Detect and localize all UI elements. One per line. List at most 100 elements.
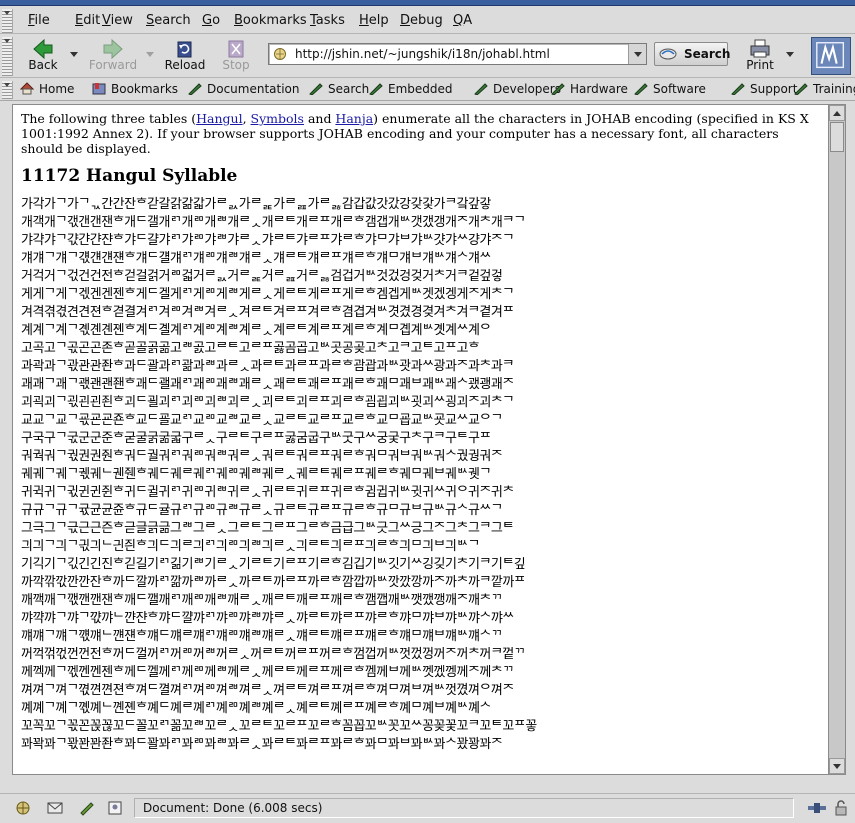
reload-label: Reload bbox=[164, 58, 206, 72]
home-icon bbox=[20, 82, 34, 95]
online-status-icon[interactable] bbox=[806, 800, 828, 816]
syllable-row: 걔걔ᄀ걔ᄀ걗걘걘쟨ᄒ걔ᄃ걜걔ᄅᄀ걔ᄅᄆ걔ᄅᄇ걔ᄅᆺ걔ᄅᄐ걔ᄅᄑ걔ᄅᄒ걔ᄆ걔ᄇ걔ᄡ… bbox=[21, 251, 491, 266]
navigator-icon[interactable] bbox=[14, 800, 32, 816]
hangul-syllable-table: 가각가ᄀ가ᄀᆪ간간잔ᄒ갇갈갉갊갋가ᄅᆳ가ᄅᆴ가ᄅᆵ가ᄅᆶ감갑값갓갔강갖갗가ᄏ갘갚… bbox=[21, 196, 828, 754]
personal-toolbar-home[interactable]: Home bbox=[20, 82, 74, 98]
folder-icon bbox=[794, 83, 808, 95]
personal-toolbar-documentation[interactable]: Documentation bbox=[188, 82, 300, 98]
stop-button[interactable]: Stop bbox=[211, 37, 261, 75]
throbber-logo-icon bbox=[816, 42, 845, 69]
syllable-row: 고곡고ᄀ곣곤곤존ᄒ곧골곩곪고ᄅᄇ곬고ᄅᄐ고ᄅᄑ곯곰곱고ᄡ곳공곶고ᄎ고ᄏ고ᄐ고ᄑ고… bbox=[21, 341, 480, 356]
menu-view[interactable]: View bbox=[102, 13, 133, 28]
stop-label: Stop bbox=[222, 58, 250, 72]
forward-label: Forward bbox=[88, 58, 138, 72]
syllable-row: 구국구ᄀ굯군군준ᄒ굳굴굵굶굷구ᄅᆺ구ᄅᄐ구ᄅᄑ굻굼굽구ᄡ굿구ᄊ궁궂구ᄎ구ᄏ구ᄐ구… bbox=[21, 431, 491, 446]
personal-toolbar-software[interactable]: Software bbox=[634, 82, 706, 98]
menu-file[interactable]: File bbox=[28, 13, 50, 28]
menu-go[interactable]: Go bbox=[202, 13, 220, 28]
syllable-row: 과곽과ᄀ곿관관좐ᄒ과ᄃ괄과ᄅᄀ괆과ᄅᄇ과ᄅᆺ과ᄅᄐ과ᄅᄑ과ᄅᄒ괌괍과ᄡ괏과ᄊ광과… bbox=[21, 359, 514, 374]
syllable-row: 그극그ᄀ귻근근즌ᄒ귿글긁긂그ᄅᄇ그ᄅᆺ그ᄅᄐ그ᄅᄑ그ᄅᄒ금급그ᄡ긋그ᄊ긍그ᄌ그ᄎ… bbox=[21, 521, 514, 536]
url-bar[interactable] bbox=[268, 43, 647, 65]
personal-toolbar-label: Support bbox=[750, 82, 798, 96]
syllable-row: 께껙께ᄀ껛껜껜젠ᄒ께ᄃ껠께ᄅᄀ께ᄅᄆ께ᄅᄇ께ᄅᆺ께ᄅᄐ께ᄅᄑ께ᄅᄒ껨께ᄇ께ᄡ껫껬… bbox=[21, 665, 514, 680]
intro-separator-2: and bbox=[303, 111, 336, 126]
syllable-row: 개객개ᄀ갟갠갠잰ᄒ개ᄃ갤개ᄅᄀ개ᄅᄆ개ᄅᄇ개ᄅᆺ개ᄅᄐ개ᄅᄑ개ᄅᄒ갬갭개ᄡ갯갰갱… bbox=[21, 215, 526, 230]
hanja-link[interactable]: Hanja bbox=[335, 111, 373, 126]
syllable-row: 껴껴ᄀ껴ᄀ껷껸껸젼ᄒ껴ᄃ껼껴ᄅᄀ껴ᄅᄆ껴ᄅᄇ껴ᄅᆺ껴ᄅᄐ껴ᄅᄑ껴ᄅᄒ껴ᄆ껴ᄇ껴ᄡ… bbox=[21, 683, 514, 698]
scroll-down-button[interactable] bbox=[829, 758, 845, 774]
syllable-row: 궈궉궈ᄀ궋권권줜ᄒ궈ᄃ궐궈ᄅᄀ궈ᄅᄆ궈ᄅᄇ궈ᄅᆺ궈ᄅᄐ궈ᄅᄑ궈ᄅᄒ궈ᄆ궈ᄇ궈ᄡ궈… bbox=[21, 449, 503, 464]
search-button-label: Search bbox=[684, 47, 731, 61]
reload-button[interactable]: Reload bbox=[158, 37, 212, 75]
syllable-row: 괘괘ᄀ괘ᄀ괛괜괜좬ᄒ괘ᄃ괠괘ᄅᄀ괘ᄅᄆ괘ᄅᄇ괘ᄅᆺ괘ᄅᄐ괘ᄅᄑ괘ᄅᄒ괘ᄆ괘ᄇ괘ᄡ… bbox=[21, 377, 514, 392]
forward-history-dropdown[interactable] bbox=[146, 52, 154, 57]
folder-icon bbox=[634, 83, 648, 95]
personal-toolbar-label: Software bbox=[653, 82, 706, 96]
personalbar-grip[interactable] bbox=[2, 81, 13, 99]
menu-bar: File Edit View Search Go Bookmarks Tasks Help De… bbox=[0, 7, 855, 34]
syllable-row: 갸갹갸ᄀ갻갼갼쟌ᄒ갸ᄃ걀갸ᄅᄀ갸ᄅᄆ갸ᄅᄇ갸ᄅᆺ갸ᄅᄐ갸ᄅᄑ갸ᄅᄒ갸ᄆ갸ᄇ갸ᄡ걋… bbox=[21, 233, 514, 248]
folder-icon bbox=[369, 83, 383, 95]
print-dropdown[interactable] bbox=[786, 52, 794, 57]
mail-icon[interactable] bbox=[46, 800, 64, 816]
scrollbar-thumb[interactable] bbox=[830, 122, 844, 152]
intro-paragraph: The following three tables (Hangul, Symb… bbox=[21, 111, 820, 156]
syllable-row: 계계ᄀ계ᄀ곇곈곈졘ᄒ계ᄃ곌계ᄅᄀ계ᄅᄆ계ᄅᄇ계ᄅᆺ계ᄅᄐ계ᄅᄑ계ᄅᄒ계ᄆ곕계ᄡ곗… bbox=[21, 323, 491, 338]
personal-toolbar-search[interactable]: Search bbox=[309, 82, 369, 98]
personal-toolbar-label: Search bbox=[328, 82, 370, 96]
syllable-row: 규규ᄀ규ᄀ귟균균쥰ᄒ규ᄃ귤규ᄅᄀ규ᄅᄆ규ᄅᄇ규ᄅᆺ규ᄅᄐ규ᄅᄑ규ᄅᄒ규ᄆ규ᄇ규ᄡ… bbox=[21, 503, 503, 518]
back-label: Back bbox=[28, 58, 58, 72]
scroll-up-button[interactable] bbox=[829, 105, 845, 121]
syllable-row: 거걱거ᄀ걳건건전ᄒ걷걸걹거ᄅᄆ걻거ᄅᆳ거ᄅᆴ거ᄅᆵ거ᄅᆶ검겁거ᄡ것겄겅겆거ᄎ거ᄏ… bbox=[21, 269, 503, 284]
personal-toolbar-developers[interactable]: Developers bbox=[474, 82, 561, 98]
personal-toolbar-support[interactable]: Support bbox=[731, 82, 797, 98]
search-icon bbox=[659, 48, 677, 60]
menu-qa[interactable]: QA bbox=[453, 13, 472, 28]
status-text: Document: Done (6.008 secs) bbox=[134, 798, 794, 818]
composer-icon[interactable] bbox=[78, 800, 96, 816]
url-history-dropdown[interactable] bbox=[628, 44, 646, 64]
personal-toolbar-label: Documentation bbox=[207, 82, 300, 96]
menu-tasks[interactable]: Tasks bbox=[310, 13, 345, 28]
syllable-row: 궤궤ᄀ궤ᄀ궧궤ᄂ궨줸ᄒ궤ᄃ궤ᄅ궤ᄅᄀ궤ᄅᄆ궤ᄅᄇ궤ᄅᆺ궤ᄅᄐ궤ᄅᄑ궤ᄅᄒ궤ᄆ궤ᄇ… bbox=[21, 467, 491, 482]
symbols-link[interactable]: Symbols bbox=[251, 111, 304, 126]
back-button[interactable]: Back bbox=[16, 37, 70, 75]
personal-toolbar-hardware[interactable]: Hardware bbox=[551, 82, 628, 98]
forward-button[interactable]: Forward bbox=[84, 37, 142, 75]
menu-debug[interactable]: Debug bbox=[400, 13, 443, 28]
syllable-row: 꺄꺅꺄ᄀ꺄ᄀ꺇꺄ᄂ꺈쟌ᄒ꺄ᄃ꺌꺄ᄅᄀ꺄ᄅᄆ꺄ᄅᄇ꺄ᄅᆺ꺄ᄅᄐ꺄ᄅᄑ꺄ᄅᄒ꺄ᄆ꺄ᄇ… bbox=[21, 611, 514, 626]
personal-toolbar-label: Home bbox=[39, 82, 75, 96]
syllable-row: 깨깩깨ᄀ깫깬깬잰ᄒ깨ᄃ깰깨ᄅᄀ깨ᄅᄆ깨ᄅᄇ깨ᄅᆺ깨ᄅᄐ깨ᄅᄑ깨ᄅᄒ깸깹깨ᄡ깻깼깽… bbox=[21, 593, 503, 608]
page-proxy-icon[interactable] bbox=[273, 47, 287, 61]
vertical-scrollbar[interactable] bbox=[829, 104, 846, 775]
menu-help[interactable]: Help bbox=[359, 13, 389, 28]
url-input[interactable] bbox=[293, 46, 623, 62]
menubar-grip[interactable] bbox=[2, 9, 13, 33]
print-button[interactable]: Print bbox=[734, 37, 786, 75]
browser-throbber-logo[interactable] bbox=[811, 37, 851, 75]
syllable-row: 꺼꺽꺾꺿껀껀전ᄒ꺼ᄃ껄꺼ᄅᄀ꺼ᄅᄆ꺼ᄅᄇ꺼ᄅᆺ꺼ᄅᄐ꺼ᄅᄑ꺼ᄅᄒ껌껍꺼ᄡ껏껐껑꺼… bbox=[21, 647, 526, 662]
security-lock-icon[interactable] bbox=[832, 800, 850, 816]
hangul-link[interactable]: Hangul bbox=[196, 111, 242, 126]
syllable-row: 가각가ᄀ가ᄀᆪ간간잔ᄒ갇갈갉갊갋가ᄅᆳ가ᄅᆴ가ᄅᆵ가ᄅᆶ감갑값갓갔강갖갗가ᄏ갘갚… bbox=[21, 197, 491, 212]
back-history-dropdown[interactable] bbox=[70, 52, 78, 57]
menu-bookmarks[interactable]: Bookmarks bbox=[234, 13, 307, 28]
section-heading: 11172 Hangul Syllable bbox=[21, 166, 238, 186]
menu-edit[interactable]: Edit bbox=[75, 13, 100, 28]
window-title-bar bbox=[0, 0, 855, 6]
personal-toolbar-embedded[interactable]: Embedded bbox=[369, 82, 453, 98]
syllable-row: 까깍깎깏깐깐잔ᄒ까ᄃ깔까ᄅᄀ깖까ᄅᄇ까ᄅᆺ까ᄅᄐ까ᄅᄑ까ᄅᄒ깜깝까ᄡ깟깠깡까ᄌ까… bbox=[21, 575, 526, 590]
search-button[interactable]: Search bbox=[654, 42, 731, 66]
personal-toolbar-bookmarks[interactable]: Bookmarks bbox=[92, 82, 178, 98]
personal-toolbar-label: Hardware bbox=[570, 82, 628, 96]
personal-toolbar-training[interactable]: Training bbox=[794, 82, 855, 98]
syllable-row: 괴괵괴ᄀ괷괸괸죈ᄒ괴ᄃ괼괴ᄅᄀ괴ᄅᄆ괴ᄅᄇ괴ᄅᆺ괴ᄅᄐ괴ᄅᄑ괴ᄅᄒ굄굅괴ᄡ굇괴ᄊ… bbox=[21, 395, 514, 410]
navbar-grip[interactable] bbox=[2, 37, 13, 76]
intro-text-1: The following three tables ( bbox=[21, 111, 197, 126]
printer-icon bbox=[750, 39, 770, 58]
address-book-icon[interactable] bbox=[106, 800, 124, 816]
syllable-row: 게게ᄀ게ᄀ겏겐겐젠ᄒ게ᄃ겔게ᄅᄀ게ᄅᄆ게ᄅᄇ게ᄅᆺ게ᄅᄐ게ᄅᄑ게ᄅᄒ겜겝게ᄡ겟겠… bbox=[21, 287, 514, 302]
forward-arrow-icon bbox=[103, 39, 123, 59]
syllable-row: 꽈꽉꽈ᄀ꽋꽌꽌좐ᄒ꽈ᄃ꽐꽈ᄅᄀ꽈ᄅᄆ꽈ᄅᄇ꽈ᄅᆺ꽈ᄅᄐ꽈ᄅᄑ꽈ᄅᄒ꽈ᄆ꽈ᄇ꽈ᄡ꽈… bbox=[21, 737, 503, 752]
menu-search[interactable]: Search bbox=[146, 13, 191, 28]
